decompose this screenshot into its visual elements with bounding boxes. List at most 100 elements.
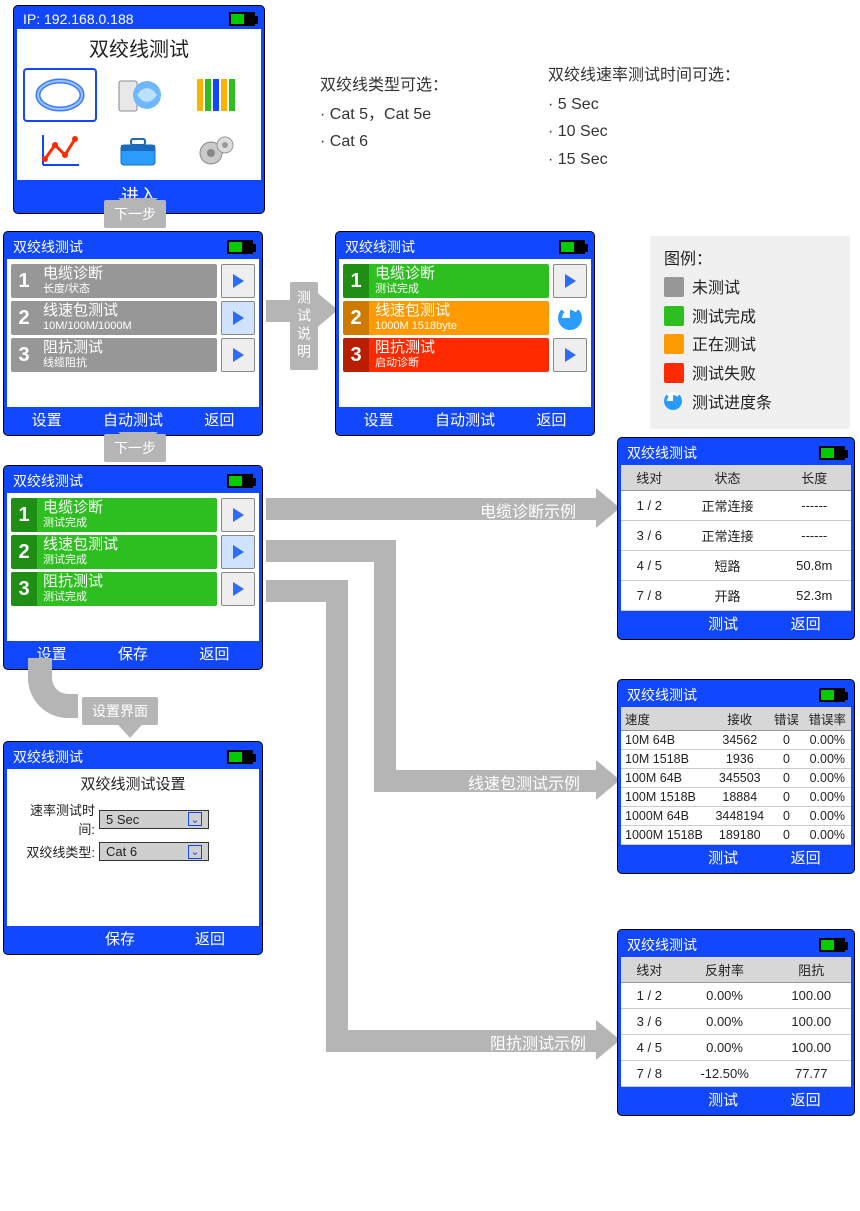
table-row: 4 / 5短路50.8m [621,551,851,581]
conn-imp-h2 [326,1030,598,1052]
swatch-spinner [664,392,684,412]
table-row: 10M 64B3456200.00% [621,731,851,750]
table-row: 100M 64B34550300.00% [621,769,851,788]
swatch-green [664,306,684,326]
settings-header: 双绞线测试 [13,747,83,767]
screenA-row2[interactable]: 2 线速包测试10M/100M/1000M [11,301,255,335]
tri-settings [112,718,148,738]
lbl-type: 双绞线类型: [15,842,99,861]
screenC-row1[interactable]: 1 电缆诊断测试完成 [11,498,255,532]
conn-c-settings [28,658,78,718]
go-icon[interactable] [553,264,587,298]
go-icon[interactable] [221,572,255,606]
table-row: 4 / 50.00%100.00 [621,1035,851,1061]
btn-back[interactable]: 返回 [791,847,821,868]
table-row: 7 / 8-12.50%77.77 [621,1061,851,1087]
spinner-icon [553,301,587,335]
tri-speed [596,760,620,800]
battery-icon [227,474,253,488]
battery-icon [227,240,253,254]
screenB-title: 双绞线测试 [345,237,415,257]
device-table-speed: 双绞线测试 速度接收错误错误率 10M 64B3456200.00%10M 15… [618,680,854,873]
cable-table: 线对状态长度 1 / 2正常连接------3 / 6正常连接------4 /… [621,465,851,611]
btn-test[interactable]: 测试 [708,613,738,634]
ip-text: IP: 192.168.0.188 [23,11,134,27]
lbl-time: 速率测试时间: [15,800,99,838]
go-icon[interactable] [553,338,587,372]
device-screen-a: 双绞线测试 1 电缆诊断长度/状态 2 线速包测试10M/100M/1000M … [4,232,262,435]
select-icon: ⌄ [188,845,202,859]
screenA-row3[interactable]: 3 阻抗测试线缆阻抗 [11,338,255,372]
menu-icon-cable[interactable] [25,70,95,120]
go-icon[interactable] [221,498,255,532]
btn-autotest[interactable]: 自动测试 [435,409,495,430]
note-time: 双绞线速率测试时间可选： · 5 Sec · 10 Sec · 15 Sec [548,62,740,173]
table-row: 10M 1518B193600.00% [621,750,851,769]
btn-autotest[interactable]: 自动测试 [103,409,163,430]
note-type: 双绞线类型可选： · Cat 5，Cat 5e · Cat 6 [320,72,448,156]
menu-grid [17,66,261,180]
legend-hd: 图例： [664,246,836,275]
btn-save[interactable]: 保存 [105,928,135,949]
menu-icon-toolbox[interactable] [103,126,173,176]
speed-table: 速度接收错误错误率 10M 64B3456200.00%10M 1518B193… [621,707,851,845]
conn-speed-h2 [374,770,598,792]
tcable-title: 双绞线测试 [627,443,697,463]
device-table-cable: 双绞线测试 线对状态长度 1 / 2正常连接------3 / 6正常连接---… [618,438,854,639]
settings-title: 双绞线测试设置 [7,769,259,798]
menu-icon-bars[interactable] [181,70,251,120]
btn-back[interactable]: 返回 [199,643,229,664]
device-screen-b: 双绞线测试 1 电缆诊断测试完成 2 线速包测试1000M 1518byte 3… [336,232,594,435]
table-row: 1000M 64B344819400.00% [621,807,851,826]
menu-icon-gear[interactable] [181,126,251,176]
go-icon[interactable] [221,338,255,372]
battery-icon [819,938,845,952]
device-screen-c: 双绞线测试 1 电缆诊断测试完成 2 线速包测试测试完成 3 阻抗测试测试完成 … [4,466,262,669]
menu-icon-server[interactable] [103,70,173,120]
conn-speed-v [374,540,396,790]
swatch-orange [664,334,684,354]
swatch-red [664,363,684,383]
flow-tag-next2: 下一步 [104,434,166,462]
tri-imp [596,1020,620,1060]
btn-save[interactable]: 保存 [118,643,148,664]
table-row: 100M 1518B1888400.00% [621,788,851,807]
battery-icon [559,240,585,254]
btn-back[interactable]: 返回 [791,1089,821,1110]
titlebar: IP: 192.168.0.188 [17,9,261,29]
tspeed-title: 双绞线测试 [627,685,697,705]
flow-tag-next1: 下一步 [104,200,166,228]
table-row: 1 / 2正常连接------ [621,491,851,521]
btn-test[interactable]: 测试 [708,847,738,868]
go-icon-sel[interactable] [221,535,255,569]
menu-title: 双绞线测试 [17,29,261,66]
screenB-row3[interactable]: 3 阻抗测试启动诊断 [343,338,587,372]
menu-icon-graph[interactable] [25,126,95,176]
device-main-menu: IP: 192.168.0.188 双绞线测试 进入 [14,6,264,213]
tri-ab [314,290,338,330]
screenB-row1[interactable]: 1 电缆诊断测试完成 [343,264,587,298]
table-row: 1000M 1518B18918000.00% [621,826,851,845]
btn-settings[interactable]: 设置 [364,409,394,430]
select-icon: ⌄ [188,812,202,826]
screenC-row3[interactable]: 3 阻抗测试测试完成 [11,572,255,606]
btn-back[interactable]: 返回 [536,409,566,430]
table-row: 3 / 6正常连接------ [621,521,851,551]
btn-back[interactable]: 返回 [195,928,225,949]
swatch-gray [664,277,684,297]
screenA-row1[interactable]: 1 电缆诊断长度/状态 [11,264,255,298]
settings-time[interactable]: 速率测试时间: 5 Sec⌄ [7,798,259,840]
screenC-row2[interactable]: 2 线速包测试测试完成 [11,535,255,569]
tri-cable [596,488,620,528]
settings-type[interactable]: 双绞线类型: Cat 6⌄ [7,840,259,863]
screenB-row2[interactable]: 2 线速包测试1000M 1518byte [343,301,587,335]
go-icon-sel[interactable] [221,301,255,335]
btn-settings[interactable]: 设置 [32,409,62,430]
legend-box: 图例： 未测试 测试完成 正在测试 测试失败 测试进度条 [650,236,850,429]
go-icon[interactable] [221,264,255,298]
battery-icon [819,446,845,460]
table-row: 7 / 8开路52.3m [621,581,851,611]
btn-back[interactable]: 返回 [204,409,234,430]
btn-test[interactable]: 测试 [708,1089,738,1110]
btn-back[interactable]: 返回 [791,613,821,634]
